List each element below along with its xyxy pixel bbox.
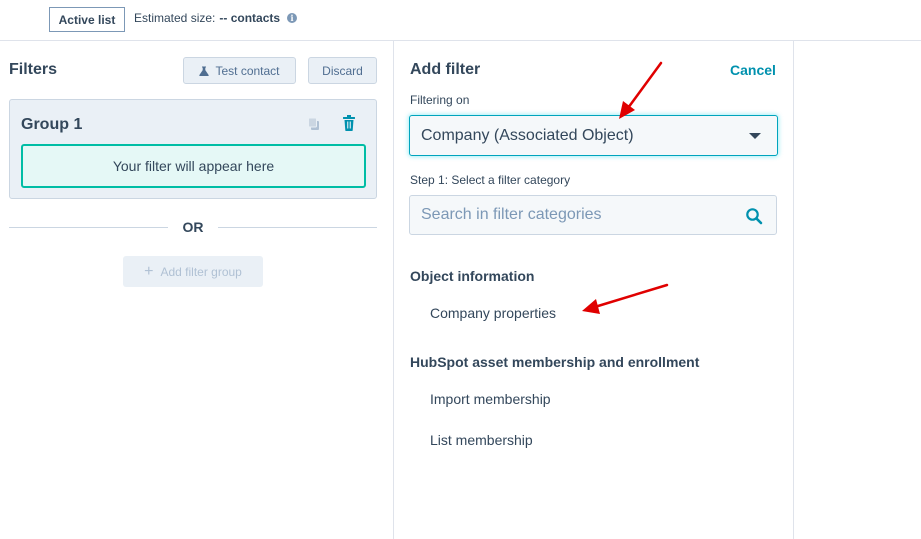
estimated-size-label: Estimated size: — [134, 11, 216, 25]
option-list-membership[interactable]: List membership — [430, 432, 533, 448]
step1-label: Step 1: Select a filter category — [410, 173, 571, 187]
add-filter-group-label: Add filter group — [160, 264, 242, 279]
info-icon[interactable]: i — [287, 13, 298, 23]
top-bar: Active list Estimated size: -- contacts … — [0, 0, 921, 41]
caret-down-icon — [749, 133, 761, 139]
section-hubspot-asset-membership: HubSpot asset membership and enrollment — [410, 354, 700, 370]
search-icon[interactable] — [745, 207, 763, 225]
test-contact-label: Test contact — [215, 63, 280, 78]
filters-panel: Filters Test contact Discard Group 1 You… — [0, 41, 394, 539]
filter-category-search — [409, 195, 777, 235]
estimated-size-value: -- contacts — [219, 11, 281, 25]
plus-icon: + — [144, 262, 154, 280]
filter-placeholder: Your filter will appear here — [21, 144, 366, 188]
active-list-badge[interactable]: Active list — [49, 7, 125, 32]
filters-title: Filters — [9, 61, 58, 78]
or-line-right — [218, 227, 377, 228]
filtering-on-dropdown[interactable]: Company (Associated Object) — [409, 115, 778, 156]
copy-icon[interactable] — [307, 117, 321, 131]
group-title: Group 1 — [21, 116, 83, 133]
discard-button[interactable]: Discard — [308, 57, 377, 84]
cancel-link[interactable]: Cancel — [730, 62, 776, 78]
filtering-on-value: Company (Associated Object) — [421, 127, 634, 144]
filter-group: Group 1 Your filter will appear here — [9, 99, 377, 199]
search-input[interactable] — [410, 196, 740, 234]
add-filter-title: Add filter — [410, 61, 481, 78]
add-filter-group-button[interactable]: + Add filter group — [123, 256, 263, 287]
section-object-information: Object information — [410, 268, 535, 284]
or-divider: OR — [9, 218, 377, 238]
add-filter-panel: Add filter Cancel Filtering on Company (… — [394, 41, 794, 539]
test-contact-button[interactable]: Test contact — [183, 57, 296, 84]
option-company-properties[interactable]: Company properties — [430, 305, 556, 321]
option-import-membership[interactable]: Import membership — [430, 391, 551, 407]
estimated-size: Estimated size: -- contacts i — [134, 11, 298, 25]
trash-icon[interactable] — [342, 115, 356, 131]
filtering-on-label: Filtering on — [410, 93, 470, 107]
flask-icon — [199, 66, 210, 76]
